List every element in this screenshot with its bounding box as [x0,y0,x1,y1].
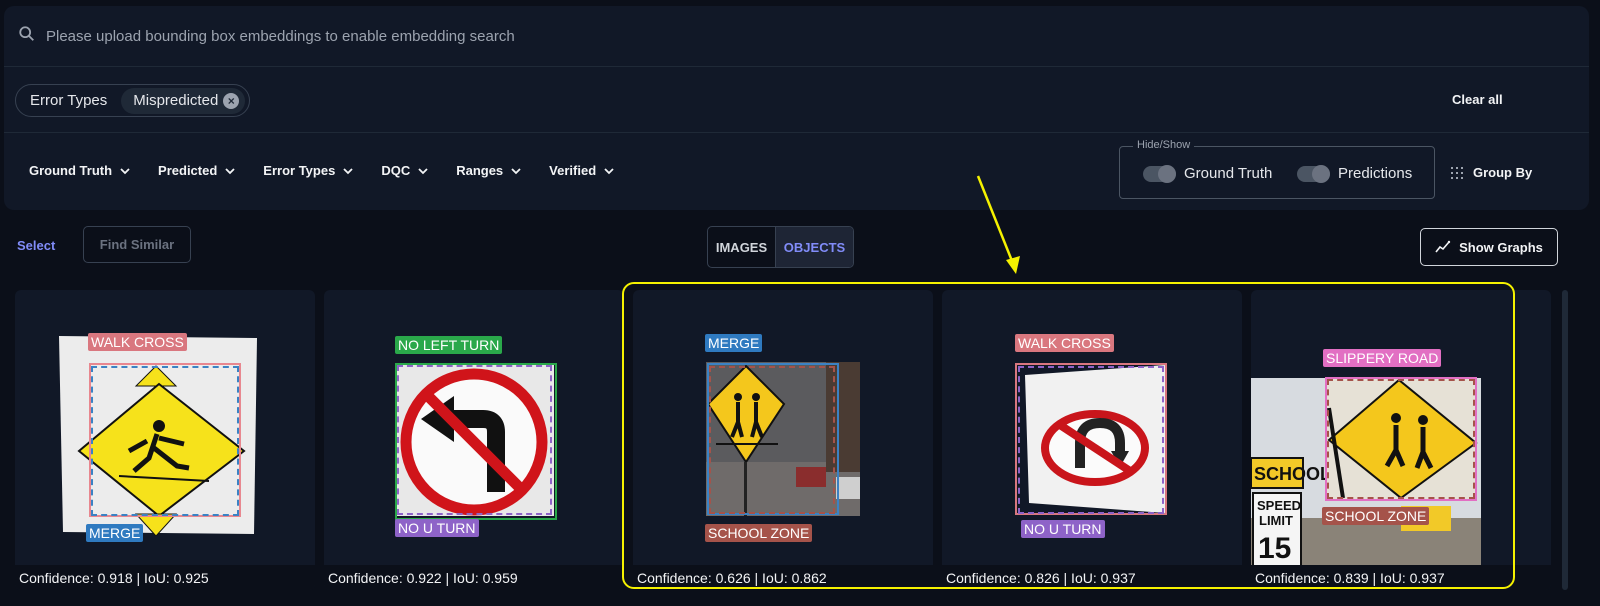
prediction-box [91,366,239,516]
prediction-label: MERGE [86,524,144,542]
ground-truth-label: SLIPPERY ROAD [1323,349,1442,367]
find-similar-button[interactable]: Find Similar [83,226,191,263]
search-icon [18,25,36,48]
card-footer: Confidence: 0.826 | IoU: 0.937 [942,565,1242,590]
select-button[interactable]: Select [17,238,55,253]
search-input[interactable] [46,27,1246,45]
active-filters-row: Error Types Mispredicted × Clear all [4,67,1589,133]
filter-ground-truth[interactable]: Ground Truth [29,163,130,178]
filter-dropdown-row: Ground Truth Predicted Error Types DQC R… [4,133,1589,210]
prediction-label: NO U TURN [395,519,479,537]
prediction-box [709,366,835,514]
chevron-down-icon [343,167,353,174]
arrow-annotation-icon [976,175,1020,274]
ground-truth-label: NO LEFT TURN [395,336,503,354]
ground-truth-label: WALK CROSS [88,333,187,351]
prediction-label: SCHOOL ZONE [1322,507,1430,525]
tab-images[interactable]: IMAGES [708,227,776,267]
filter-ranges[interactable]: Ranges [456,163,521,178]
limit-value-text: 15 [1258,532,1291,565]
grid-icon [1451,166,1463,179]
toggle-ground-truth[interactable]: Ground Truth [1143,164,1272,183]
object-card[interactable]: NO LEFT TURN NO U TURN Confidence: 0.922… [324,290,624,590]
limit-sign-text: LIMIT [1259,513,1293,528]
view-toggle: IMAGES OBJECTS [707,226,854,268]
filter-predicted[interactable]: Predicted [158,163,235,178]
filter-chip-label: Mispredicted [133,92,219,109]
ground-truth-label: MERGE [705,334,763,352]
card-footer: Confidence: 0.626 | IoU: 0.862 [633,565,933,590]
object-card[interactable]: WALK CROSS NO U TURN Confidence: 0.826 |… [942,290,1242,590]
hide-show-group: Hide/Show Ground Truth Predictions [1119,139,1435,199]
toggle-switch[interactable] [1143,164,1176,183]
hide-show-legend: Hide/Show [1133,139,1195,151]
filter-verified[interactable]: Verified [549,163,614,178]
prediction-box [1018,366,1164,514]
prediction-label: NO U TURN [1021,520,1105,538]
prediction-label: SCHOOL ZONE [705,524,813,542]
object-card[interactable]: SCHOOL SPEED LIMIT 15 SLIPPERY ROAD SCHO… [1251,290,1551,590]
speed-sign-text: SPEED [1257,498,1301,513]
filter-panel: Error Types Mispredicted × Clear all Gro… [4,6,1589,210]
tab-objects[interactable]: OBJECTS [776,227,853,267]
object-card[interactable]: MERGE SCHOOL ZONE Confidence: 0.626 | Io… [633,290,933,590]
ground-truth-label: WALK CROSS [1015,334,1114,352]
filter-dqc[interactable]: DQC [381,163,428,178]
active-filter-group: Error Types Mispredicted × [15,84,251,117]
card-footer: Confidence: 0.839 | IoU: 0.937 [1251,565,1551,590]
object-card[interactable]: WALK CROSS MERGE Confidence: 0.918 | IoU… [15,290,315,590]
scrollbar[interactable] [1562,290,1568,590]
chevron-down-icon [225,167,235,174]
card-footer: Confidence: 0.922 | IoU: 0.959 [324,565,624,590]
chevron-down-icon [604,167,614,174]
graph-icon [1435,240,1451,253]
chevron-down-icon [418,167,428,174]
show-graphs-button[interactable]: Show Graphs [1420,228,1558,266]
school-sign-text: SCHOOL [1254,464,1331,484]
prediction-box [397,365,552,515]
clear-all-button[interactable]: Clear all [1452,92,1503,107]
toggle-switch[interactable] [1297,164,1330,183]
group-by-button[interactable]: Group By [1451,165,1532,180]
filter-chip-mispredicted[interactable]: Mispredicted × [121,87,246,114]
active-filter-label: Error Types [30,92,108,109]
filter-error-types[interactable]: Error Types [263,163,353,178]
prediction-box [1327,379,1475,499]
card-footer: Confidence: 0.918 | IoU: 0.925 [15,565,315,590]
toggle-predictions[interactable]: Predictions [1297,164,1412,183]
search-bar [4,6,1589,67]
remove-chip-icon[interactable]: × [223,92,240,109]
chevron-down-icon [511,167,521,174]
chevron-down-icon [120,167,130,174]
